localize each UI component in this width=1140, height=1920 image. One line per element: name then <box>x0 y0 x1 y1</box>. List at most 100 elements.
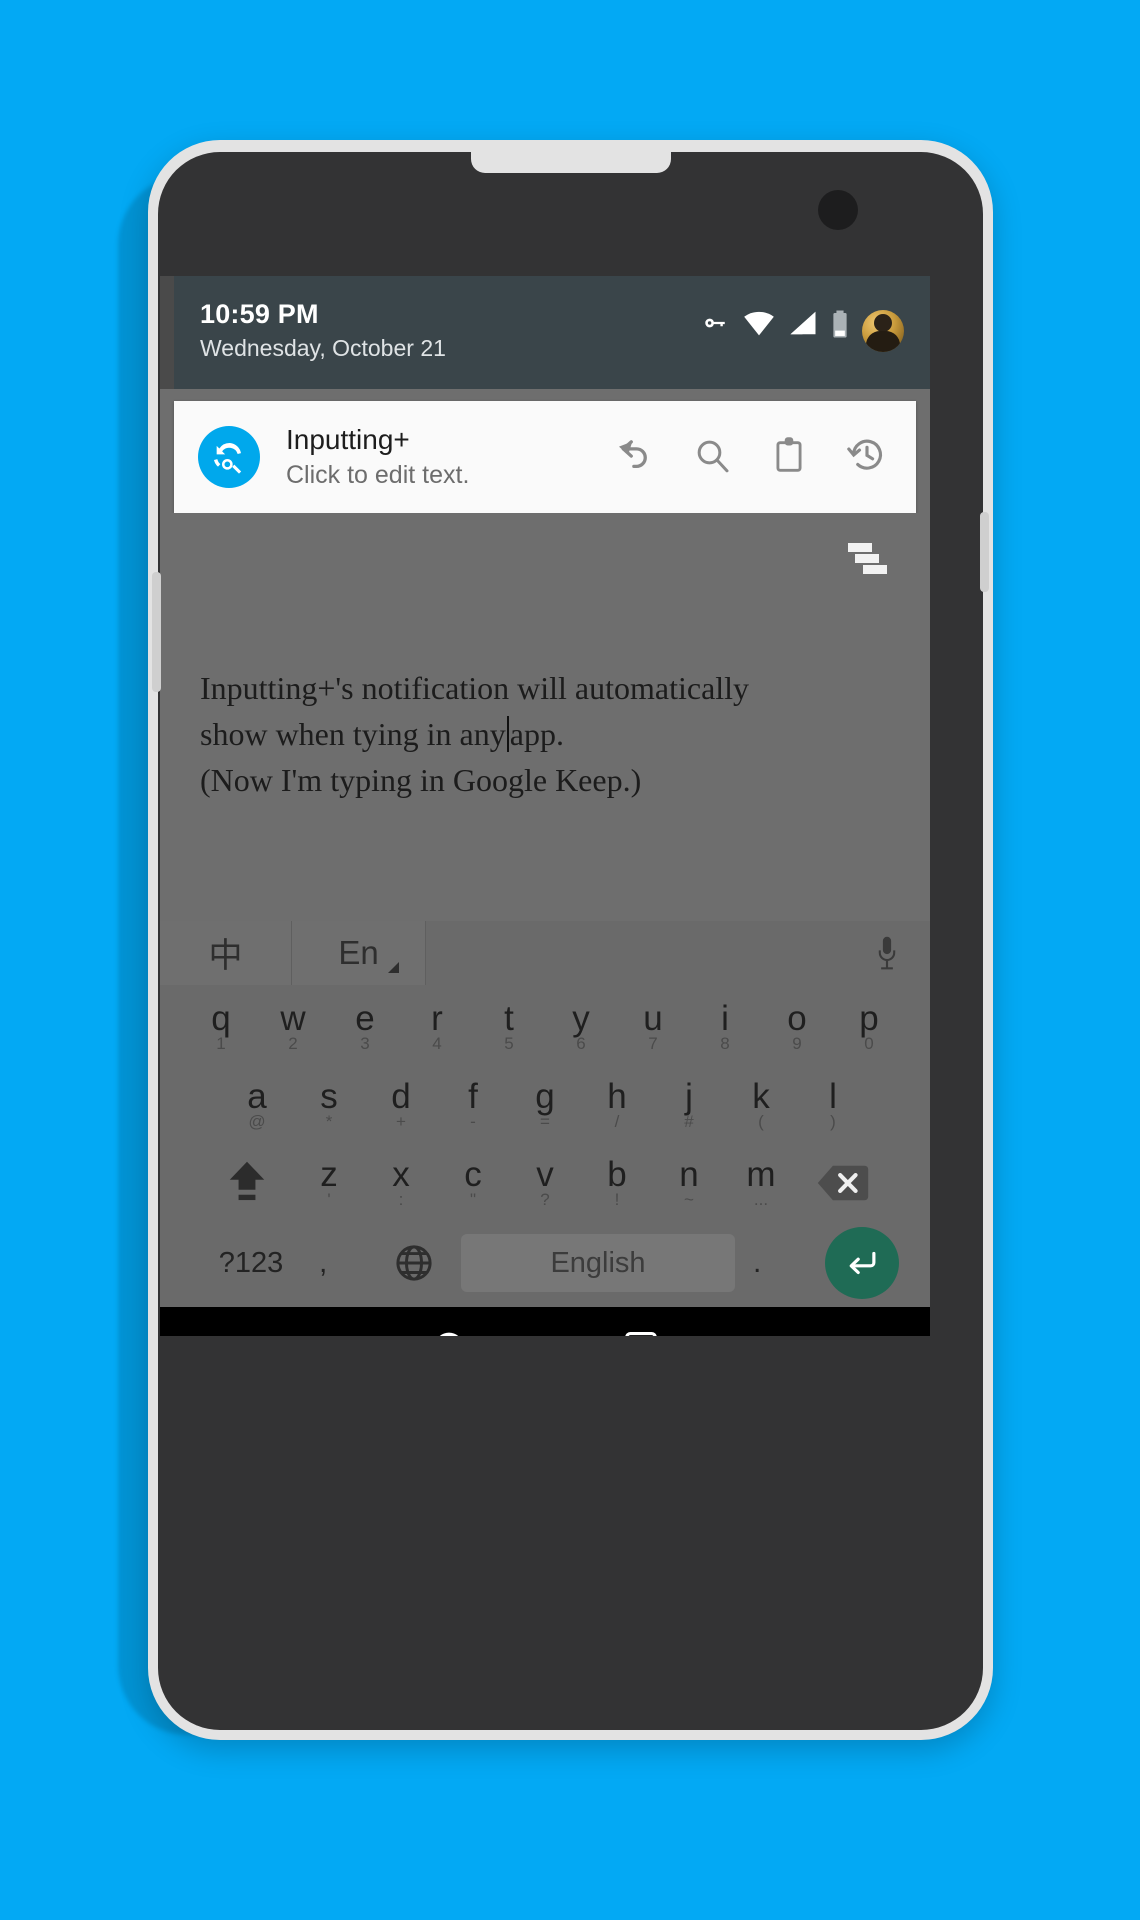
keyboard-row-1: q1 w2 e3 r4 t5 y6 u7 i8 o9 p0 <box>160 991 930 1063</box>
navigation-bar <box>160 1307 930 1336</box>
key-h-label: h <box>607 1077 627 1116</box>
key-x-sub: : <box>398 1190 404 1209</box>
back-hide-keyboard-icon[interactable] <box>160 1307 353 1336</box>
home-icon[interactable] <box>353 1307 546 1336</box>
key-a[interactable]: a @ <box>226 1069 288 1141</box>
key-b-label: b <box>607 1155 627 1194</box>
key-q-label: q <box>211 999 231 1038</box>
key-c-label: c <box>464 1155 482 1194</box>
globe-icon[interactable] <box>377 1242 451 1284</box>
key-d-label: d <box>391 1077 411 1116</box>
key-v-label: v <box>536 1155 554 1194</box>
key-n-sub: ~ <box>684 1190 694 1209</box>
key-k-label: k <box>752 1077 770 1116</box>
key-g[interactable]: g = <box>514 1069 576 1141</box>
key-p[interactable]: p0 <box>838 991 900 1063</box>
on-screen-keyboard: 中 En q 1 w 2 e 3 r 4 t 5 y 6 u 7 i 8 o 9… <box>160 920 930 1307</box>
shift-icon[interactable] <box>201 1159 293 1207</box>
key-a-label: a <box>247 1077 267 1116</box>
key-z-label: z <box>320 1155 338 1194</box>
key-o-label: o <box>787 999 807 1038</box>
power-button[interactable] <box>980 512 989 592</box>
key-m[interactable]: m... <box>730 1157 792 1209</box>
key-s[interactable]: s * <box>298 1069 360 1141</box>
key-i[interactable]: i8 <box>694 991 756 1063</box>
key-s-label: s <box>320 1077 338 1116</box>
key-o[interactable]: o9 <box>766 991 828 1063</box>
key-e[interactable]: e3 <box>334 991 396 1063</box>
key-numeric-switch[interactable]: ?123 <box>191 1247 311 1280</box>
enter-return-icon[interactable] <box>825 1227 899 1299</box>
key-h[interactable]: h / <box>586 1069 648 1141</box>
clipboard-icon[interactable] <box>770 435 808 480</box>
key-j-sub: # <box>684 1112 694 1131</box>
key-n-label: n <box>679 1155 699 1194</box>
key-k-sub: ( <box>758 1112 764 1131</box>
key-w-label: w <box>280 999 306 1038</box>
backspace-icon[interactable] <box>797 1163 889 1203</box>
key-z[interactable]: z ' <box>298 1157 360 1209</box>
key-y[interactable]: y6 <box>550 991 612 1063</box>
key-r-label: r <box>431 999 443 1038</box>
key-u[interactable]: u7 <box>622 991 684 1063</box>
key-a-sub: @ <box>248 1112 266 1131</box>
key-u-label: u <box>643 999 663 1038</box>
key-v-sub: ? <box>540 1190 550 1209</box>
volume-button[interactable] <box>152 572 161 692</box>
language-toggle[interactable]: En <box>292 920 426 985</box>
key-l-label: l <box>829 1077 837 1116</box>
key-y-label: y <box>572 999 590 1038</box>
undo-icon[interactable] <box>612 434 654 481</box>
battery-icon <box>831 310 849 338</box>
notification-subtitle: Click to edit text. <box>286 461 470 489</box>
key-g-sub: = <box>540 1112 550 1131</box>
key-space[interactable]: English <box>461 1234 735 1292</box>
recents-icon[interactable] <box>545 1307 738 1336</box>
key-q[interactable]: q1 <box>190 991 252 1063</box>
chevron-down-icon <box>388 961 399 973</box>
key-s-sub: * <box>325 1112 333 1131</box>
phone-bezel: 10:59 PM Wednesday, October 21 Inputting… <box>152 149 989 1730</box>
key-t-label: t <box>504 999 514 1038</box>
key-l[interactable]: l) <box>802 1069 864 1141</box>
list-lines-icon[interactable] <box>846 541 894 577</box>
suggestion-strip[interactable] <box>426 920 844 985</box>
key-i-label: i <box>721 999 729 1038</box>
key-period[interactable]: . <box>745 1246 811 1280</box>
keyboard-switcher-icon[interactable] <box>738 1307 931 1336</box>
vpn-key-icon <box>700 310 730 336</box>
key-d[interactable]: d + <box>370 1069 432 1141</box>
key-c[interactable]: c " <box>442 1157 504 1209</box>
key-r[interactable]: r4 <box>406 991 468 1063</box>
microphone-icon[interactable] <box>844 920 930 985</box>
note-line-2: show when tying in any app. <box>200 711 564 757</box>
key-comma[interactable]: , <box>311 1246 377 1280</box>
key-n[interactable]: n ~ <box>658 1157 720 1209</box>
language-toggle-label: En <box>338 933 379 971</box>
history-icon[interactable] <box>846 434 888 481</box>
key-p-sub: 0 <box>864 1034 874 1053</box>
key-f-label: f <box>468 1077 478 1116</box>
key-v[interactable]: v? <box>514 1157 576 1209</box>
chinese-input-toggle[interactable]: 中 <box>160 920 292 985</box>
notification-title: Inputting+ <box>286 424 410 455</box>
keyboard-row-2: a @ s * d + f- g = h / j # k( l) <box>160 1069 930 1141</box>
key-r-sub: 4 <box>432 1034 442 1053</box>
key-t[interactable]: t5 <box>478 991 540 1063</box>
key-x[interactable]: x: <box>370 1157 432 1209</box>
status-bar: 10:59 PM Wednesday, October 21 <box>160 276 930 389</box>
notification-card[interactable]: Inputting+ Click to edit text. <box>174 401 916 513</box>
note-line-3: (Now I'm typing in Google Keep.) <box>200 762 642 798</box>
key-f[interactable]: f- <box>442 1069 504 1141</box>
search-icon[interactable] <box>692 435 732 480</box>
note-text-body[interactable]: Inputting+'s notification will automatic… <box>200 665 900 803</box>
key-j[interactable]: j # <box>658 1069 720 1141</box>
key-m-label: m <box>746 1155 776 1194</box>
key-w[interactable]: w2 <box>262 991 324 1063</box>
key-k[interactable]: k( <box>730 1069 792 1141</box>
wifi-icon <box>743 310 775 336</box>
key-b[interactable]: b! <box>586 1157 648 1209</box>
phone-frame: 10:59 PM Wednesday, October 21 Inputting… <box>148 140 993 1740</box>
key-b-sub: ! <box>614 1190 620 1209</box>
key-w-sub: 2 <box>288 1034 298 1053</box>
